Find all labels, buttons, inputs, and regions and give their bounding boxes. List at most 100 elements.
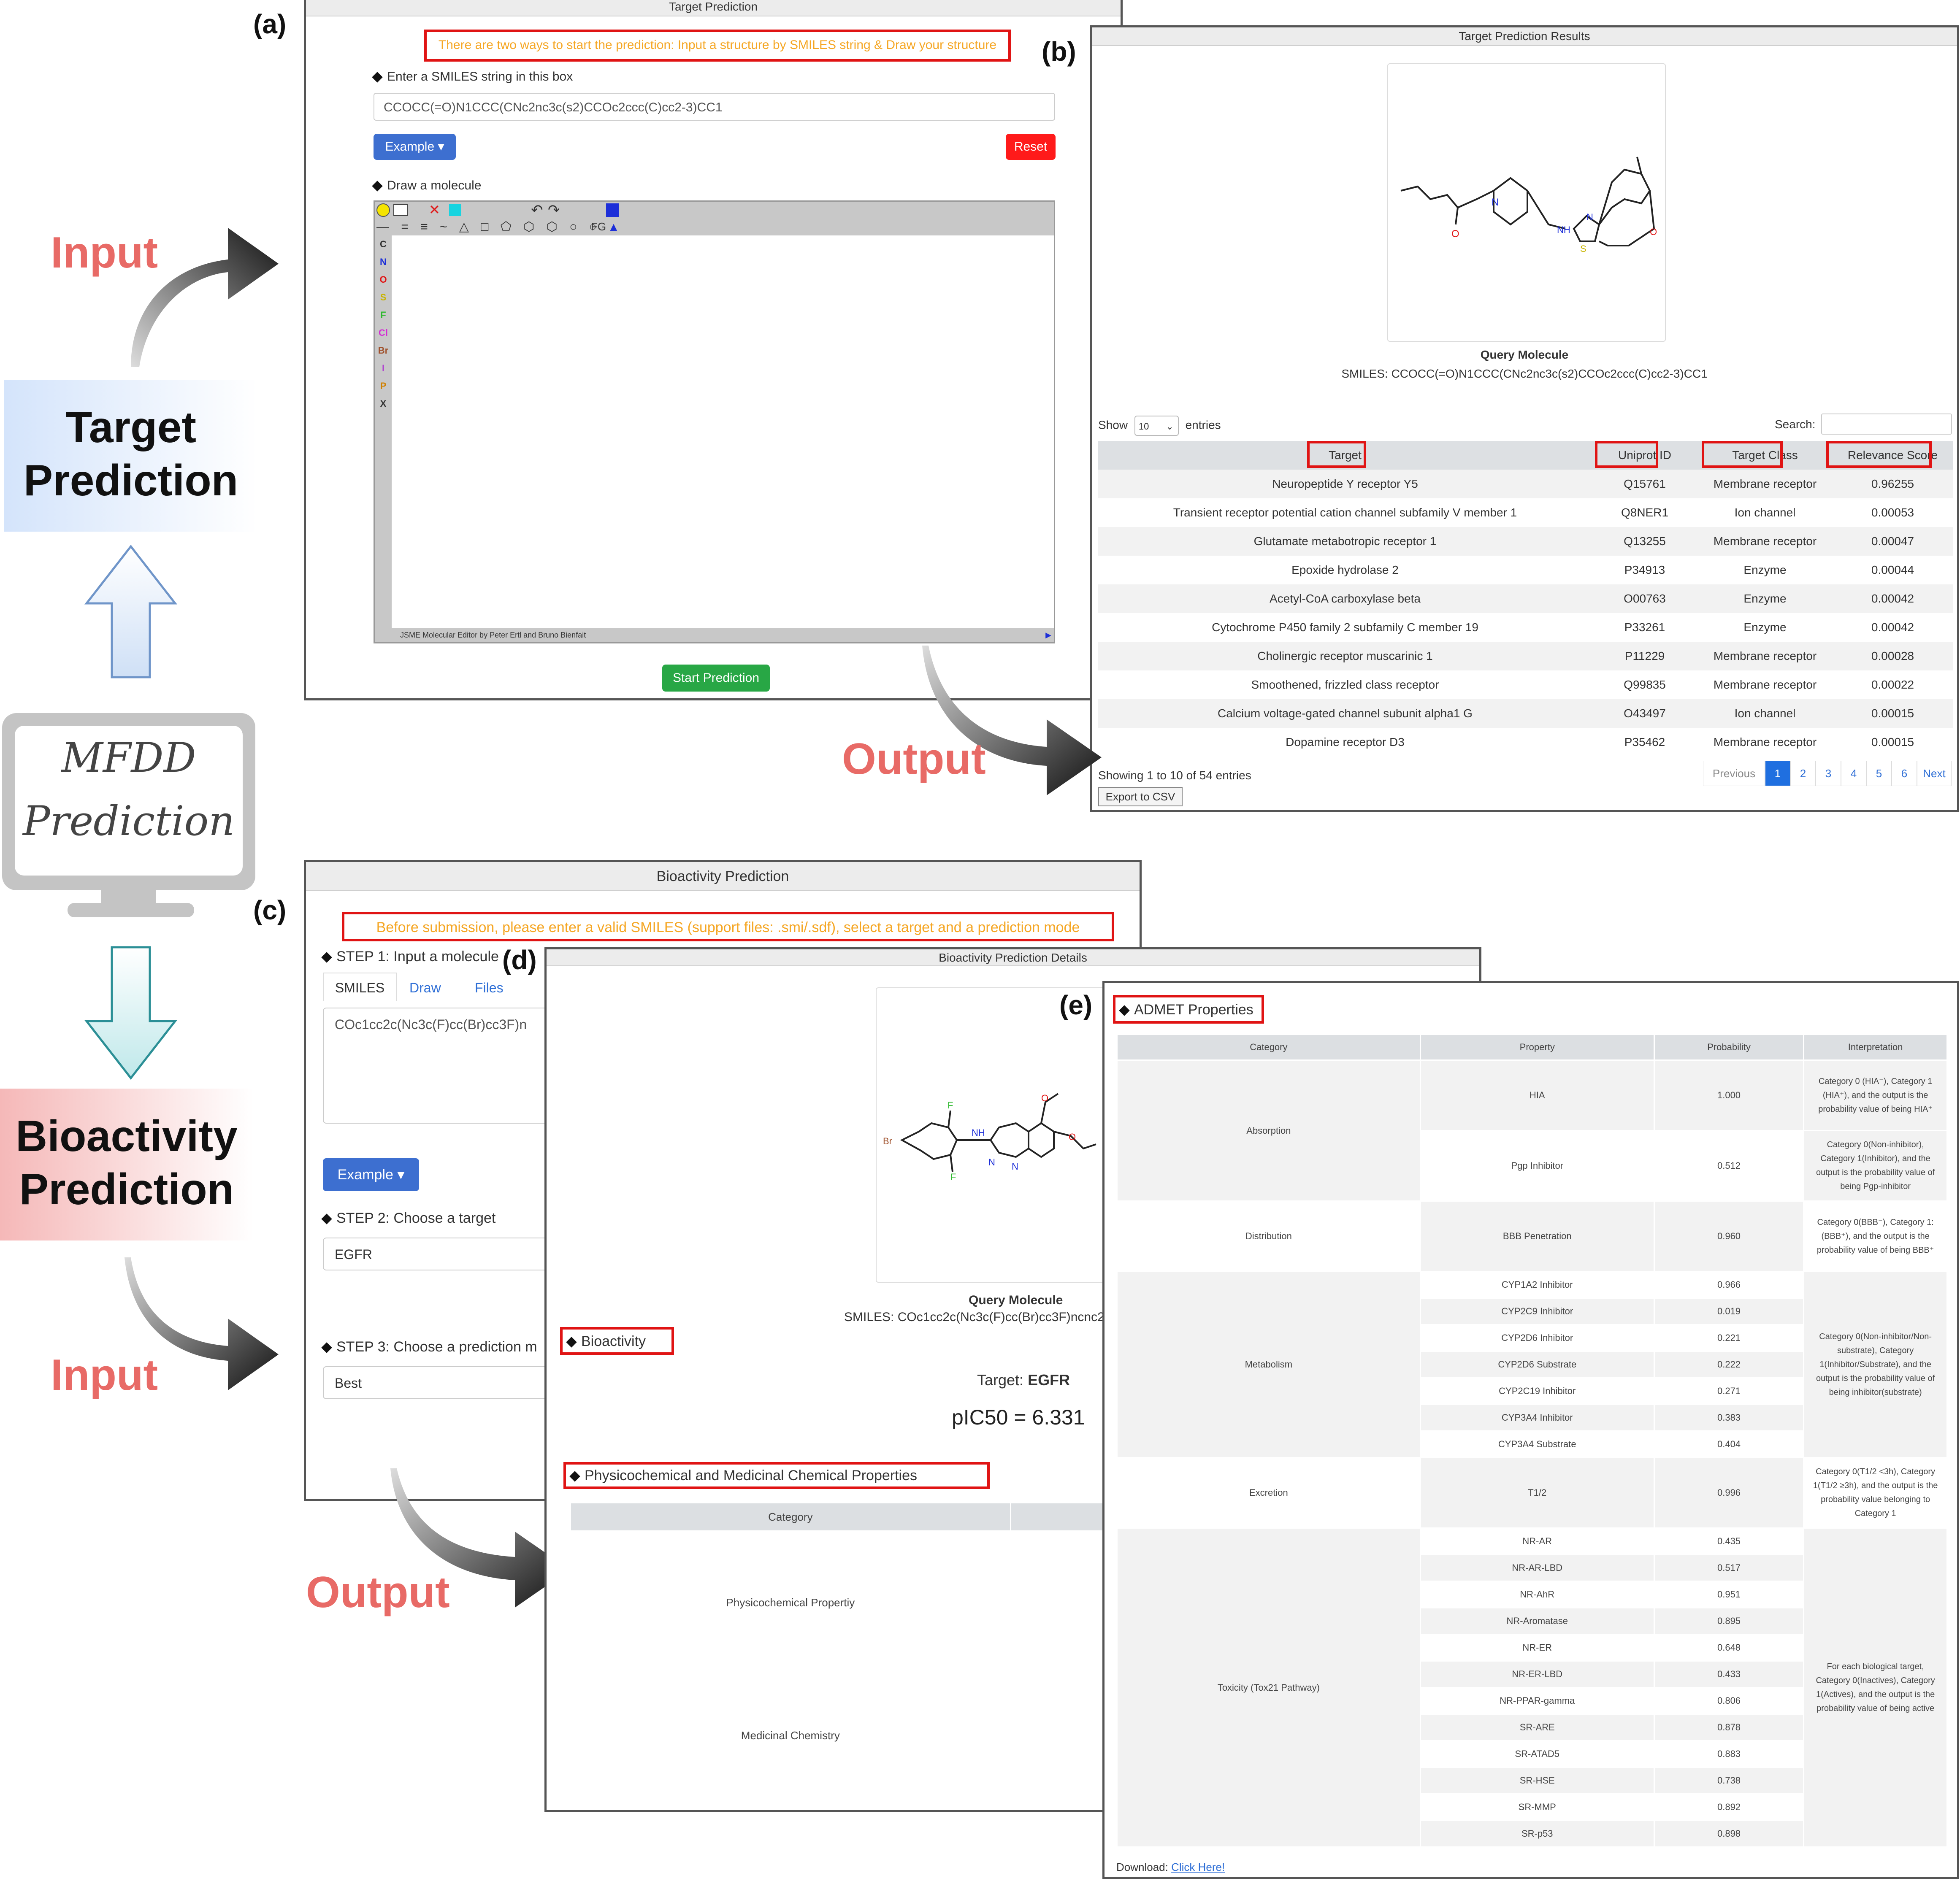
smiley-icon[interactable]	[376, 203, 390, 217]
smiles-input[interactable]: CCOCC(=O)N1CCC(CNc2nc3c(s2)CCOc2ccc(C)cc…	[374, 93, 1055, 121]
uniprot-link[interactable]: Q99835	[1592, 670, 1697, 699]
element-c[interactable]: C	[375, 235, 392, 253]
element-cl[interactable]: Cl	[375, 324, 392, 342]
tab-files[interactable]: Files	[475, 980, 504, 996]
physchem-table: CategoryPrope Physicochemical PropertiyM…	[570, 1502, 1161, 1797]
table-row: Medicinal ChemistryQED	[570, 1674, 1161, 1797]
next-button[interactable]: Next	[1917, 761, 1952, 786]
uniprot-link[interactable]: O00763	[1592, 584, 1697, 613]
reset-button[interactable]: Reset	[1006, 134, 1056, 160]
uniprot-link[interactable]: Q15761	[1592, 470, 1697, 498]
fg-icon[interactable]: FG	[591, 220, 606, 233]
color-icon[interactable]	[449, 204, 461, 216]
col-property: Property	[1419, 1034, 1655, 1061]
molecule-editor[interactable]: ✕ ↶ ↷ — = ≡ ~ △ □ ⬠ ⬡ ⬡ ○ ○ FG ▲ C N O S F Cl…	[374, 200, 1055, 643]
results-table: Target Uniprot ID Target Class Relevance Sc…	[1098, 441, 1953, 757]
redo-icon[interactable]: ↷	[548, 202, 560, 219]
label-d: (d)	[502, 945, 537, 975]
element-x[interactable]: X	[375, 395, 392, 413]
element-br[interactable]: Br	[375, 342, 392, 359]
interpretation-cell: Category 0(BBB⁻), Category 1: (BBB⁺), an…	[1803, 1200, 1948, 1272]
export-csv-button[interactable]: Export to CSV	[1098, 787, 1183, 806]
info-icon[interactable]	[606, 203, 619, 217]
undo-icon[interactable]: ↶	[531, 202, 543, 219]
pagination[interactable]: Previous 1 2 3 4 5 6 Next	[1703, 761, 1952, 786]
element-n[interactable]: N	[375, 253, 392, 271]
category-cell: Distribution	[1116, 1200, 1421, 1272]
property-cell: SR-HSE	[1419, 1767, 1655, 1795]
bond-tools-icon[interactable]: — = ≡ ~ △ □ ⬠ ⬡ ⬡ ○ ○	[376, 219, 601, 234]
diamond-icon	[372, 181, 383, 192]
table-cell: Enzyme	[1743, 592, 1787, 605]
download-line: Download: Click Here!	[1116, 1861, 1225, 1873]
probability-cell: 0.892	[1653, 1793, 1805, 1821]
property-cell: NR-AR	[1419, 1527, 1655, 1555]
download-link[interactable]: Click Here!	[1171, 1861, 1225, 1873]
page-button[interactable]: 2	[1790, 761, 1816, 786]
probability-cell: 0.271	[1653, 1377, 1805, 1405]
page-button[interactable]: 5	[1866, 761, 1892, 786]
entries-select[interactable]: 10 ⌄	[1134, 416, 1179, 436]
element-o[interactable]: O	[375, 271, 392, 289]
query-molecule-label: Query Molecule	[1480, 348, 1569, 361]
page-button[interactable]: 4	[1841, 761, 1866, 786]
property-cell: NR-ER-LBD	[1419, 1660, 1655, 1688]
example-button[interactable]: Example ▾	[323, 1158, 419, 1191]
col-probability: Probability	[1653, 1034, 1805, 1061]
molecule-structure: Br F F NH N N O O	[883, 1093, 1096, 1182]
table-cell: Membrane receptor	[1713, 678, 1817, 691]
play-icon[interactable]: ▶	[1045, 628, 1051, 642]
molecule-structure: O N NH N S O	[1400, 157, 1657, 254]
table-cell: Ion channel	[1734, 506, 1796, 519]
uniprot-link[interactable]: Q13255	[1592, 527, 1697, 556]
element-s[interactable]: S	[375, 289, 392, 306]
up-arrow	[84, 544, 178, 678]
new-icon[interactable]	[393, 204, 408, 216]
table-cell: 0.00015	[1871, 735, 1914, 749]
tab-smiles[interactable]: SMILES	[323, 973, 397, 1001]
uniprot-link[interactable]: P33261	[1592, 613, 1697, 642]
previous-button[interactable]: Previous	[1703, 761, 1765, 786]
probability-cell: 0.883	[1653, 1740, 1805, 1768]
svg-text:N: N	[988, 1157, 995, 1168]
category-cell: Toxicity (Tox21 Pathway)	[1116, 1527, 1421, 1848]
output-label-d: Output	[306, 1568, 450, 1617]
interpretation-cell: Category 0(Non-inhibitor), Category 1(In…	[1803, 1130, 1948, 1202]
editor-footer: JSME Molecular Editor by Peter Ertl and …	[375, 628, 1054, 642]
property-cell: NR-PPAR-gamma	[1419, 1687, 1655, 1715]
element-p[interactable]: P	[375, 377, 392, 395]
monitor-base	[68, 903, 194, 917]
header-score-box	[1826, 441, 1932, 468]
output-label-b: Output	[842, 735, 986, 784]
uniprot-link[interactable]: P34913	[1592, 556, 1697, 584]
table-cell: 0.00044	[1871, 563, 1914, 576]
uniprot-link[interactable]: P35462	[1592, 728, 1697, 757]
start-prediction-button[interactable]: Start Prediction	[662, 665, 770, 692]
uniprot-link[interactable]: Q8NER1	[1592, 498, 1697, 527]
delete-icon[interactable]: ✕	[429, 202, 440, 218]
search-input[interactable]	[1821, 413, 1952, 435]
element-f[interactable]: F	[375, 306, 392, 324]
uniprot-link[interactable]: P11229	[1592, 642, 1697, 670]
page-button[interactable]: 3	[1816, 761, 1841, 786]
svg-text:O: O	[1069, 1132, 1076, 1142]
probability-cell: 0.517	[1653, 1554, 1805, 1582]
table-cell: 0.00053	[1871, 506, 1914, 519]
table-cell: Membrane receptor	[1713, 735, 1817, 749]
editor-toolbar[interactable]: ✕ ↶ ↷ — = ≡ ~ △ □ ⬠ ⬡ ⬡ ○ ○ FG ▲	[375, 202, 1054, 235]
table-row: Excretion T1/2 0.996 Category 0(T1/2 <3h), …	[1116, 1457, 1948, 1529]
example-button[interactable]: Example ▾	[374, 134, 456, 160]
probability-cell: 0.996	[1653, 1457, 1805, 1529]
uniprot-link[interactable]: O43497	[1592, 699, 1697, 728]
label-e: (e)	[1059, 990, 1093, 1020]
triangle-icon[interactable]: ▲	[608, 220, 620, 234]
pic50-value: pIC50 = 6.331	[952, 1405, 1085, 1429]
property-cell: T1/2	[1419, 1457, 1655, 1529]
page-button[interactable]: 1	[1765, 761, 1790, 786]
tab-draw[interactable]: Draw	[409, 980, 441, 996]
element-palette[interactable]: C N O S F Cl Br I P X	[375, 235, 392, 642]
svg-text:N: N	[1586, 212, 1593, 222]
page-button[interactable]: 6	[1892, 761, 1917, 786]
diamond-icon	[321, 1342, 332, 1353]
element-i[interactable]: I	[375, 359, 392, 377]
